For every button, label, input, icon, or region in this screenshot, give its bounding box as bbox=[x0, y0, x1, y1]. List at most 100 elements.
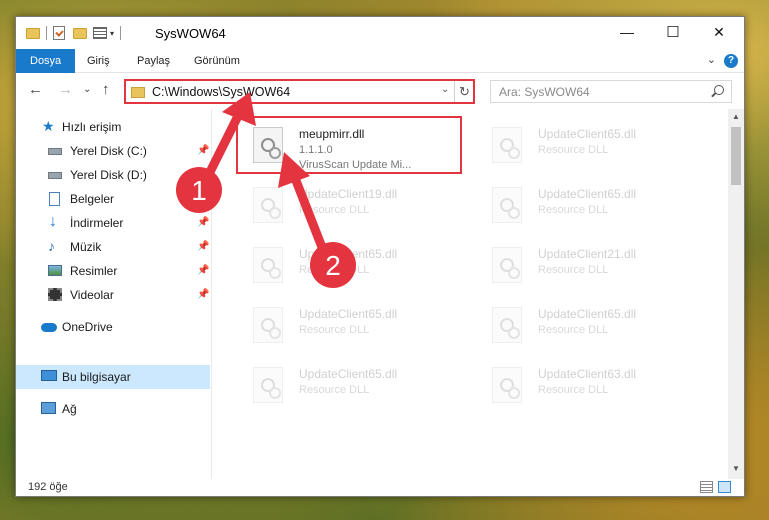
sidebar-item-onedrive[interactable]: OneDrive bbox=[16, 315, 210, 339]
file-tile[interactable]: UpdateClient65.dll Resource DLL bbox=[225, 237, 449, 293]
sidebar-item-quick-access[interactable]: ★ Hızlı erişim bbox=[16, 115, 210, 139]
tab-view[interactable]: Görünüm bbox=[194, 49, 240, 73]
sidebar-item-videos[interactable]: Videolar 📌 bbox=[16, 283, 210, 307]
up-button[interactable]: ↑ bbox=[102, 81, 110, 98]
sidebar-item-drive-d[interactable]: Yerel Disk (D:) bbox=[16, 163, 210, 187]
search-input[interactable]: Ara: SysWOW64 bbox=[490, 80, 732, 103]
file-name: UpdateClient65.dll bbox=[538, 187, 637, 201]
dll-file-icon bbox=[253, 187, 283, 223]
file-tile[interactable]: UpdateClient65.dll Resource DLL bbox=[464, 177, 688, 233]
details-view-icon[interactable] bbox=[700, 481, 713, 493]
file-tile[interactable]: UpdateClient21.dll Resource DLL bbox=[464, 237, 688, 293]
chevron-down-icon[interactable]: ▾ bbox=[110, 29, 114, 38]
file-name: UpdateClient21.dll bbox=[538, 247, 637, 261]
address-path[interactable]: C:\Windows\SysWOW64 bbox=[152, 85, 290, 99]
pin-icon: 📌 bbox=[197, 289, 210, 300]
file-tile[interactable]: UpdateClient65.dll Resource DLL bbox=[225, 357, 449, 413]
file-name: UpdateClient63.dll bbox=[538, 367, 637, 381]
sidebar-item-documents[interactable]: Belgeler 📌 bbox=[16, 187, 210, 211]
file-description: Resource DLL bbox=[538, 384, 609, 396]
sidebar-item-downloads[interactable]: ↓ İndirmeler 📌 bbox=[16, 211, 210, 235]
file-tile[interactable]: UpdateClient65.dll Resource DLL bbox=[464, 117, 688, 173]
scroll-thumb[interactable] bbox=[731, 127, 741, 185]
dll-file-icon bbox=[492, 187, 522, 223]
file-name: UpdateClient65.dll bbox=[538, 127, 637, 141]
file-name: UpdateClient19.dll bbox=[299, 187, 398, 201]
file-description: Resource DLL bbox=[299, 264, 370, 276]
file-description: Resource DLL bbox=[538, 264, 609, 276]
music-icon: ♪ bbox=[48, 238, 55, 254]
sidebar-item-label: Ağ bbox=[62, 402, 77, 416]
recent-locations-button[interactable]: ⌄ bbox=[83, 84, 91, 95]
properties-icon[interactable] bbox=[53, 26, 65, 40]
minimize-button[interactable]: — bbox=[604, 17, 650, 47]
sidebar-item-drive-c[interactable]: Yerel Disk (C:) 📌 bbox=[16, 139, 210, 163]
sidebar-item-music[interactable]: ♪ Müzik 📌 bbox=[16, 235, 210, 259]
sidebar-item-label: Bu bilgisayar bbox=[62, 370, 131, 384]
file-tile[interactable]: UpdateClient65.dll Resource DLL bbox=[464, 297, 688, 353]
tab-file[interactable]: Dosya bbox=[16, 49, 76, 73]
file-description: Resource DLL bbox=[538, 144, 609, 156]
sidebar-item-label: Yerel Disk (C:) bbox=[70, 144, 147, 158]
drive-icon bbox=[48, 148, 62, 155]
sidebar-item-label: OneDrive bbox=[62, 320, 113, 334]
expand-ribbon-icon[interactable]: ⌄ bbox=[707, 53, 716, 66]
new-folder-icon[interactable] bbox=[73, 27, 87, 39]
file-description: Resource DLL bbox=[299, 384, 370, 396]
folder-icon bbox=[131, 87, 145, 98]
sidebar-item-label: Hızlı erişim bbox=[62, 120, 122, 134]
file-tile[interactable]: UpdateClient63.dll Resource DLL bbox=[464, 357, 688, 413]
status-bar: 192 öğe bbox=[16, 479, 744, 496]
sidebar-item-label: İndirmeler bbox=[70, 216, 124, 230]
sidebar-item-label: Belgeler bbox=[70, 192, 115, 206]
dll-file-icon bbox=[253, 307, 283, 343]
chevron-down-icon[interactable]: ⌄ bbox=[441, 84, 449, 95]
scroll-up-icon[interactable]: ▲ bbox=[732, 112, 740, 121]
dll-file-icon bbox=[253, 247, 283, 283]
address-row: ← → ⌄ ↑ C:\Windows\SysWOW64 ⌄ ↻ Ara: Sys… bbox=[16, 74, 744, 108]
dll-file-icon bbox=[253, 367, 283, 403]
vertical-scrollbar[interactable]: ▲ ▼ bbox=[728, 109, 744, 479]
pin-icon: 📌 bbox=[197, 265, 210, 276]
sidebar-item-network[interactable]: Ağ bbox=[16, 397, 210, 421]
file-highlight-box bbox=[236, 116, 462, 174]
sidebar-item-this-pc[interactable]: Bu bilgisayar bbox=[16, 365, 210, 389]
folder-icon[interactable] bbox=[26, 27, 40, 39]
search-placeholder: Ara: SysWOW64 bbox=[499, 85, 590, 99]
close-button[interactable]: ✕ bbox=[696, 17, 742, 47]
tab-home[interactable]: Giriş bbox=[87, 49, 110, 73]
customize-icon[interactable] bbox=[93, 27, 107, 39]
scroll-down-icon[interactable]: ▼ bbox=[732, 464, 740, 473]
file-tile[interactable]: UpdateClient19.dll Resource DLL bbox=[225, 177, 449, 233]
sidebar-item-pictures[interactable]: Resimler 📌 bbox=[16, 259, 210, 283]
maximize-button[interactable]: ☐ bbox=[650, 17, 696, 47]
pin-icon: 📌 bbox=[197, 193, 210, 204]
address-bar[interactable]: C:\Windows\SysWOW64 ⌄ ↻ bbox=[124, 79, 475, 104]
file-description: Resource DLL bbox=[538, 324, 609, 336]
refresh-button[interactable]: ↻ bbox=[454, 81, 474, 102]
onedrive-icon bbox=[41, 323, 57, 332]
help-icon[interactable]: ? bbox=[724, 54, 738, 68]
dll-file-icon bbox=[492, 127, 522, 163]
pin-icon: 📌 bbox=[197, 241, 210, 252]
pin-icon: 📌 bbox=[197, 217, 210, 228]
file-name: UpdateClient65.dll bbox=[538, 307, 637, 321]
sidebar-item-label: Resimler bbox=[70, 264, 118, 278]
star-icon: ★ bbox=[42, 118, 55, 134]
search-icon[interactable] bbox=[714, 85, 724, 95]
quick-access-toolbar: ▾ bbox=[26, 26, 127, 40]
tab-share[interactable]: Paylaş bbox=[137, 49, 170, 73]
tiles-view-icon[interactable] bbox=[718, 481, 731, 493]
dll-file-icon bbox=[492, 367, 522, 403]
forward-button[interactable]: → bbox=[58, 81, 73, 98]
file-description: Resource DLL bbox=[299, 324, 370, 336]
file-tile[interactable]: UpdateClient65.dll Resource DLL bbox=[225, 297, 449, 353]
pictures-icon bbox=[48, 265, 62, 276]
documents-icon bbox=[49, 192, 60, 206]
back-button[interactable]: ← bbox=[28, 81, 43, 98]
dll-file-icon bbox=[492, 247, 522, 283]
navigation-pane: ★ Hızlı erişim Yerel Disk (C:) 📌 Yerel D… bbox=[16, 109, 212, 479]
computer-icon bbox=[41, 370, 57, 381]
drive-icon bbox=[48, 172, 62, 179]
videos-icon bbox=[48, 288, 62, 301]
